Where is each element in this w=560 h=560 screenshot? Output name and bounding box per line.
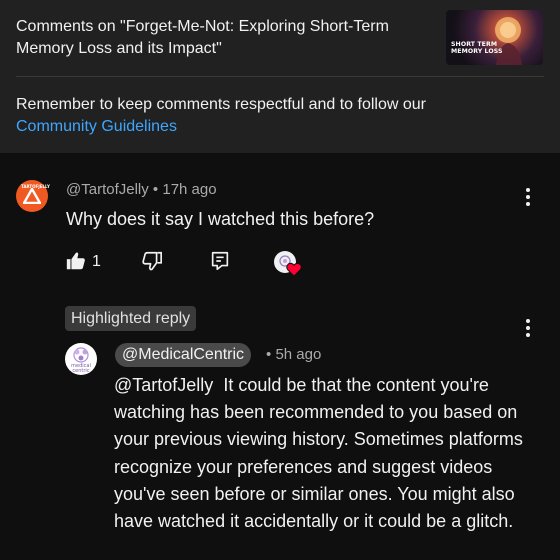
- brain-figure-icon: [495, 17, 522, 65]
- creator-heart-icon: [286, 262, 302, 277]
- reply-button[interactable]: [209, 250, 231, 274]
- meta-separator: •: [152, 181, 159, 198]
- comments-header-title: Comments on "Forget-Me-Not: Exploring Sh…: [16, 18, 389, 57]
- comment-text: Why does it say I watched this before?: [66, 209, 375, 229]
- dislike-button[interactable]: [141, 250, 163, 274]
- commenter-avatar[interactable]: TARTOFJELLY: [16, 180, 50, 212]
- comment-more-button[interactable]: [518, 185, 538, 209]
- comment-author[interactable]: @TartofJelly: [66, 181, 149, 198]
- like-button[interactable]: [65, 250, 87, 274]
- like-count: 1: [92, 253, 101, 270]
- video-thumbnail[interactable]: SHORT TERM MEMORY LOSS: [446, 10, 543, 65]
- thumbs-up-icon: [66, 252, 85, 270]
- reply-avatar-wordmark: medical centric: [71, 363, 91, 374]
- reply-author-chip[interactable]: @MedicalCentric: [115, 343, 252, 367]
- reply-meta: • 5h ago: [266, 346, 321, 363]
- reply-more-button[interactable]: [518, 316, 538, 340]
- reply-text: @TartofJelly It could be that the conten…: [114, 372, 544, 535]
- reply-mention[interactable]: @TartofJelly: [114, 375, 213, 395]
- community-notice-text: Remember to keep comments respectful and…: [16, 96, 426, 113]
- meta-separator: •: [266, 346, 272, 363]
- reply-time: 5h ago: [275, 346, 322, 363]
- reply-icon: [211, 251, 229, 271]
- header-divider: [16, 76, 544, 77]
- highlighted-reply-badge: Highlighted reply: [65, 306, 197, 331]
- reply-body: It could be that the content you're watc…: [114, 375, 523, 532]
- triangle-logo-icon: [23, 188, 41, 204]
- community-guidelines-link[interactable]: Community Guidelines: [16, 118, 177, 135]
- comment-meta: @TartofJelly • 17h ago: [66, 181, 217, 198]
- thumbs-down-icon: [142, 251, 162, 271]
- thumbnail-caption: SHORT TERM MEMORY LOSS: [451, 41, 503, 55]
- comments-header: Comments on "Forget-Me-Not: Exploring Sh…: [0, 0, 560, 153]
- reply-author-avatar[interactable]: medical centric: [65, 343, 97, 375]
- community-notice: Remember to keep comments respectful and…: [16, 94, 536, 138]
- comment-time: 17h ago: [162, 181, 217, 198]
